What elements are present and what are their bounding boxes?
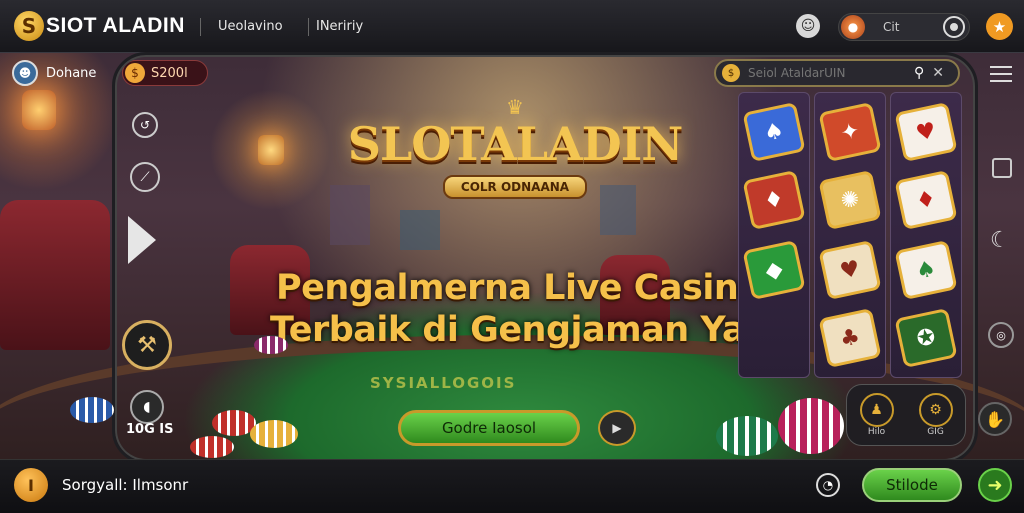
tool-hilo-label: Hilo	[867, 427, 886, 437]
settings-icon[interactable]: ◎	[988, 322, 1014, 348]
game-tile[interactable]: ♥	[894, 101, 958, 163]
tool-gig-label: GIG	[927, 427, 944, 437]
refresh-icon[interactable]: ↺	[132, 112, 158, 138]
game-tile[interactable]: ♣	[818, 307, 882, 369]
avatar: ●	[841, 15, 865, 39]
game-tile[interactable]: ♥	[818, 239, 882, 301]
nav-link-1[interactable]: Ueolavino	[218, 19, 283, 34]
arrow-right-icon[interactable]: ➜	[978, 468, 1012, 502]
window-icon[interactable]	[992, 158, 1012, 178]
chip-stack-green	[716, 416, 778, 456]
profile-icon[interactable]: ★	[986, 13, 1013, 40]
tool-gig[interactable]: ⚙ GIG	[918, 393, 953, 437]
game-tile[interactable]: ♠	[742, 101, 806, 163]
tool-tray: ♟ Hilo ⚙ GIG	[846, 384, 966, 446]
nav-divider-2	[308, 18, 309, 36]
headline-line-2: Terbaik di Gengjaman Yada	[270, 310, 793, 350]
account-label: Cit	[883, 20, 900, 34]
user-avatar[interactable]: ☻	[12, 60, 38, 86]
game-column-1: ♠ ♦ ◆	[738, 92, 810, 378]
hammer-icon[interactable]: ⚒	[122, 320, 172, 370]
hero-logo-subtitle: COLR ODNAANA	[442, 175, 588, 199]
hand-icon[interactable]: ✋	[978, 402, 1012, 436]
nav-link-2[interactable]: INeririy	[316, 19, 363, 34]
bottom-logo-icon[interactable]: I	[14, 468, 48, 502]
game-panel: ♠ ♦ ◆ ✦ ✺ ♥ ♣ ♥ ♦ ♠ ✪	[738, 92, 966, 378]
brand-logo-icon[interactable]: S	[14, 11, 44, 41]
search-input[interactable]	[746, 65, 910, 81]
table-felt-text: SYSIALLOGOIS	[370, 374, 517, 392]
chip-stack-pink	[778, 398, 844, 454]
chip-stack-gold	[250, 420, 298, 448]
game-tile[interactable]: ✪	[894, 307, 958, 369]
casino-chair-left	[0, 200, 110, 350]
search-bar[interactable]: $ ⚲ ✕	[714, 59, 960, 87]
game-column-2: ✦ ✺ ♥ ♣	[814, 92, 886, 378]
game-tile[interactable]: ✺	[818, 169, 882, 231]
action-button[interactable]: Stilode	[862, 468, 962, 502]
lantern-decor	[22, 90, 56, 130]
hero-logo: ♛ SLOTALADIN COLR ODNAANA	[330, 95, 700, 199]
play-icon[interactable]	[128, 216, 156, 264]
top-bar: S SIOT ALADIN Ueolavino INeririy ☺ ● Cit…	[0, 0, 1024, 53]
tool-hilo[interactable]: ♟ Hilo	[859, 393, 894, 437]
close-icon[interactable]: ✕	[932, 65, 944, 81]
record-icon[interactable]	[943, 16, 965, 38]
speaker-icon[interactable]: ◖	[130, 390, 164, 424]
game-tile[interactable]: ♦	[742, 169, 806, 231]
round-counter: 10G IS	[126, 422, 174, 437]
moon-icon[interactable]: ☾	[990, 228, 1010, 253]
brand-name[interactable]: SIOT ALADIN	[46, 14, 185, 38]
game-tile[interactable]: ✦	[818, 101, 882, 163]
search-icon[interactable]: ⚲	[914, 65, 924, 81]
cta-arrow-icon[interactable]: ▶	[598, 410, 636, 446]
headline-line-1: Pengalmerna Live Casino	[276, 268, 762, 308]
game-tile[interactable]: ♠	[894, 239, 958, 301]
face-icon[interactable]: ☺	[796, 14, 820, 38]
chip-stack-red-2	[190, 436, 234, 458]
nav-divider	[200, 18, 201, 36]
bottom-bar: I Sorgyall: Ilmsonr ◔ Stilode ➜	[0, 459, 1024, 513]
hero-logo-title: SLOTALADIN	[347, 117, 684, 171]
chip-stack-purple	[254, 336, 288, 354]
account-pill[interactable]: ● Cit	[838, 13, 970, 41]
hilo-icon: ♟	[859, 393, 894, 427]
status-message: Sorgyall: Ilmsonr	[62, 476, 189, 494]
chip-stack-blue	[70, 397, 114, 423]
game-column-3: ♥ ♦ ♠ ✪	[890, 92, 962, 378]
compass-icon[interactable]: ⟋	[130, 162, 160, 192]
search-brand-icon: $	[722, 64, 740, 82]
gear-icon: ⚙	[918, 393, 953, 427]
timer-icon[interactable]: ◔	[816, 473, 840, 497]
menu-icon[interactable]	[990, 66, 1012, 82]
game-tile[interactable]: ♦	[894, 169, 958, 231]
game-tile[interactable]: ◆	[742, 239, 806, 301]
crown-icon: ♛	[506, 95, 524, 119]
user-name: Dohane	[46, 66, 97, 81]
cta-button[interactable]: Godre Iaosol	[398, 410, 580, 446]
